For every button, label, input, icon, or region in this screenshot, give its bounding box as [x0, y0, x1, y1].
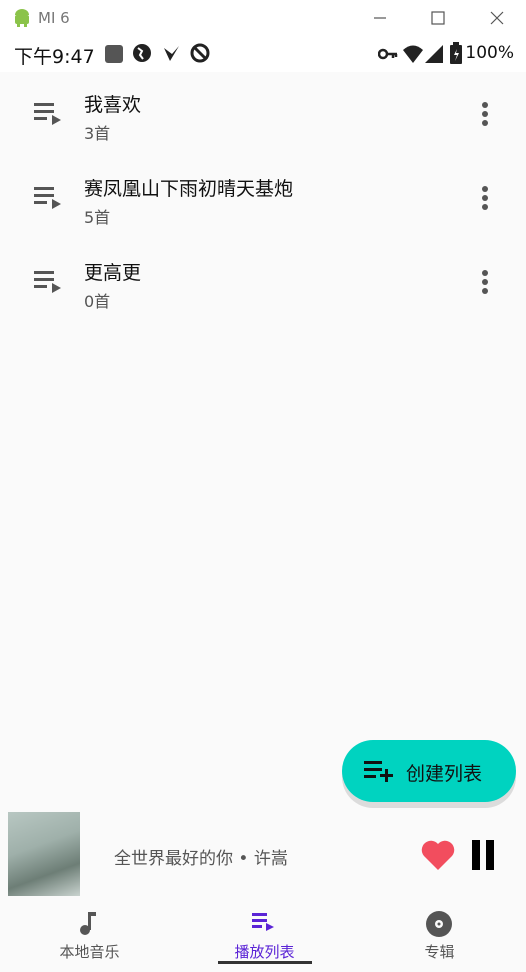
nav-label: 本地音乐 [59, 943, 120, 961]
maximize-icon[interactable] [428, 8, 448, 28]
playlist-count: 5首 [84, 208, 111, 227]
playlist-play-icon [252, 913, 274, 931]
heart-icon[interactable] [420, 838, 456, 872]
playlist-title: 赛凤凰山下雨初晴天基炮 [84, 178, 294, 200]
window-title: MI 6 [38, 9, 70, 27]
playlist-play-icon [34, 103, 61, 125]
now-playing-text[interactable]: 全世界最好的你 • 许嵩 [114, 844, 288, 869]
status-time: 下午9:47 [14, 46, 95, 68]
more-vert-icon[interactable] [480, 270, 490, 300]
more-vert-icon[interactable] [480, 102, 490, 132]
window-title-bar: MI 6 [0, 0, 526, 36]
nav-local-music[interactable]: 本地音乐 [2, 904, 177, 972]
create-playlist-button[interactable]: 创建列表 [342, 740, 516, 802]
playlist-title: 我喜欢 [84, 94, 142, 116]
battery-icon [450, 42, 462, 64]
close-icon[interactable] [487, 8, 507, 28]
list-item[interactable]: 赛凤凰山下雨初晴天基炮 5首 [0, 158, 526, 242]
album-icon [426, 911, 452, 937]
nav-active-underline [218, 961, 312, 964]
stop-icon [105, 45, 123, 63]
album-cover[interactable] [8, 812, 80, 896]
android-icon [15, 9, 29, 27]
battery-percent: 100% [465, 43, 514, 63]
globe-icon [133, 44, 151, 62]
list-item[interactable]: 更高更 0首 [0, 242, 526, 326]
playlist-count: 3首 [84, 124, 111, 143]
playlist-add-icon [364, 761, 393, 782]
music-note-icon [80, 912, 96, 935]
playlist-count: 0首 [84, 292, 111, 311]
check-icon [164, 46, 179, 61]
pause-icon[interactable] [470, 840, 496, 870]
list-item[interactable]: 我喜欢 3首 [0, 74, 526, 158]
more-vert-icon[interactable] [480, 186, 490, 216]
key-icon [378, 48, 398, 60]
nav-label: 专辑 [424, 943, 455, 961]
signal-icon [425, 45, 443, 63]
status-bar: 下午9:47 100% [0, 36, 526, 72]
playlist-title: 更高更 [84, 262, 142, 284]
playlist-play-icon [34, 187, 61, 209]
nav-albums[interactable]: 专辑 [352, 904, 526, 972]
minimize-icon[interactable] [370, 8, 390, 28]
playlist-play-icon [34, 271, 61, 293]
wifi-icon [403, 45, 423, 63]
create-playlist-label: 创建列表 [406, 763, 483, 785]
nav-label: 播放列表 [234, 943, 295, 961]
block-icon [190, 43, 210, 63]
